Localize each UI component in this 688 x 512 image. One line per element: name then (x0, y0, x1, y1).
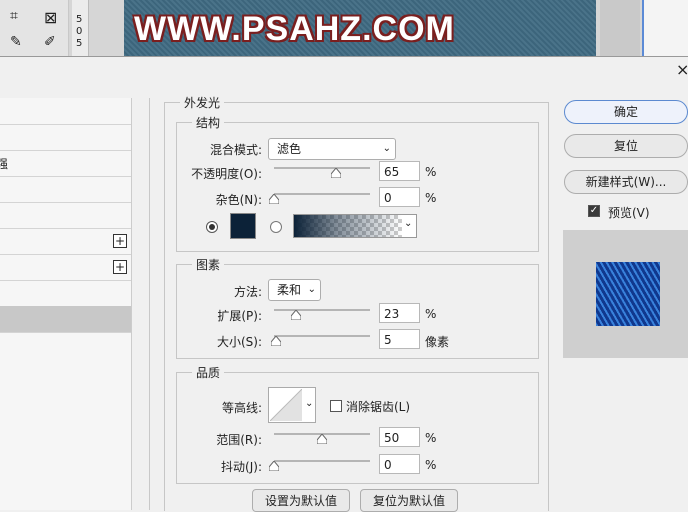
noise-input[interactable]: 0 (379, 187, 420, 207)
size-slider-thumb[interactable] (270, 336, 281, 346)
percent-unit: % (425, 431, 437, 445)
spread-label: 扩展(P): (217, 309, 262, 323)
jitter-label: 抖动(J): (221, 460, 262, 474)
outer-glow-title: 外发光 (180, 94, 225, 111)
noise-label: 杂色(N): (215, 193, 262, 207)
method-value: 柔和 (277, 283, 302, 297)
spread-input[interactable]: 23 (379, 303, 420, 323)
divider (149, 98, 150, 510)
gradient-preview (294, 215, 402, 237)
antialias-label: 消除锯齿(L) (346, 400, 411, 414)
method-label: 方法: (233, 285, 262, 299)
ruler-digit: 5 (76, 38, 83, 49)
new-style-button[interactable]: 新建样式(W)... (564, 170, 688, 194)
style-list-row[interactable] (0, 124, 131, 151)
blend-mode-label: 混合模式: (209, 143, 262, 157)
style-list-row[interactable] (0, 280, 131, 307)
size-label: 大小(S): (216, 335, 262, 349)
ok-button[interactable]: 确定 (564, 100, 688, 124)
contour-curve-icon (270, 389, 302, 421)
style-list-row-selected[interactable] (0, 306, 131, 333)
opacity-slider-thumb[interactable] (331, 168, 342, 178)
style-list-row[interactable]: + (0, 254, 131, 281)
quality-title: 品质 (192, 364, 225, 381)
chevron-down-icon: ⌄ (307, 284, 316, 295)
opacity-label: 不透明度(O): (191, 167, 262, 181)
radio-dot-icon (209, 224, 215, 230)
structure-title: 结构 (192, 114, 225, 131)
percent-unit: % (425, 165, 437, 179)
tools-panel: ⌗ ⊠ ✎ ✐ (0, 0, 69, 56)
add-effect-icon[interactable]: + (113, 234, 127, 248)
vertical-ruler: 5 0 5 (72, 0, 89, 56)
antialias-checkbox[interactable] (330, 400, 342, 412)
reset-default-button[interactable]: 复位为默认值 (360, 489, 458, 512)
preview-thumbnail (596, 262, 660, 326)
style-list-row[interactable] (0, 98, 131, 125)
spread-slider-track[interactable] (274, 309, 370, 311)
crop-tool-icon[interactable]: ⌗ (10, 8, 18, 24)
noise-slider-thumb[interactable] (269, 194, 279, 204)
close-icon[interactable]: × (676, 60, 688, 79)
range-slider-thumb[interactable] (317, 434, 327, 444)
chevron-down-icon: ⌄ (305, 398, 314, 409)
range-label: 范围(R): (216, 433, 262, 447)
opacity-input[interactable]: 65 (379, 161, 420, 181)
chevron-down-icon: ⌄ (382, 143, 391, 154)
gradient-picker[interactable]: ⌄ (293, 214, 417, 238)
preview-checkbox[interactable]: ✓ (588, 205, 600, 217)
style-list-row[interactable]: 强 (0, 150, 131, 177)
percent-unit: % (425, 307, 437, 321)
ruler-digit: 0 (76, 26, 83, 37)
range-input[interactable]: 50 (379, 427, 420, 447)
preview-label: 预览(V) (608, 206, 650, 220)
size-slider-track[interactable] (274, 335, 370, 337)
chevron-down-icon: ⌄ (404, 218, 413, 229)
blend-mode-select[interactable]: 滤色 ⌄ (268, 138, 396, 160)
style-list-label: 强 (0, 157, 9, 171)
set-default-button[interactable]: 设置为默认值 (252, 489, 350, 512)
elements-title: 图素 (192, 256, 225, 273)
jitter-slider-thumb[interactable] (269, 461, 279, 471)
percent-unit: % (425, 191, 437, 205)
style-list: 强 + + (0, 98, 132, 510)
percent-unit: % (425, 458, 437, 472)
size-input[interactable]: 5 (379, 329, 420, 349)
ruler-tool-icon[interactable]: ✐ (44, 34, 56, 50)
contour-label: 等高线: (221, 401, 262, 415)
style-list-row[interactable] (0, 202, 131, 229)
style-list-row[interactable] (0, 176, 131, 203)
spread-slider-thumb[interactable] (291, 310, 302, 320)
canvas-gutter (600, 0, 640, 56)
pixels-unit: 像素 (425, 335, 450, 349)
contour-picker[interactable]: ⌄ (268, 387, 316, 423)
eyedropper-tool-icon[interactable]: ✎ (10, 34, 22, 50)
glow-color-swatch[interactable] (230, 213, 256, 239)
watermark-text: WWW.PSAHZ.COM (134, 10, 455, 48)
reset-button[interactable]: 复位 (564, 134, 688, 158)
ruler-digit: 5 (76, 14, 83, 25)
jitter-input[interactable]: 0 (379, 454, 420, 474)
jitter-slider-track[interactable] (274, 460, 370, 462)
gradient-radio[interactable] (270, 221, 282, 233)
solid-color-radio[interactable] (206, 221, 218, 233)
blend-mode-value: 滤色 (277, 142, 302, 156)
method-select[interactable]: 柔和 ⌄ (268, 279, 321, 301)
side-panel (642, 0, 688, 56)
style-list-row[interactable]: + (0, 228, 131, 255)
opacity-slider-track[interactable] (274, 167, 370, 169)
frame-tool-icon[interactable]: ⊠ (44, 8, 57, 27)
add-effect-icon[interactable]: + (113, 260, 127, 274)
noise-slider-track[interactable] (274, 193, 370, 195)
